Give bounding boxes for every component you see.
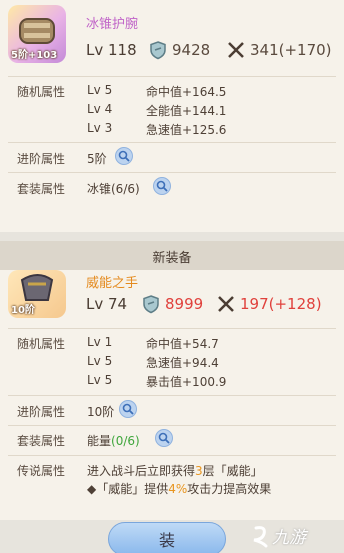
attack-bonus-value: (+128) [268, 295, 322, 313]
tier-badge: 10阶 [11, 305, 35, 316]
legend-text: ◆「威能」提供 [87, 482, 169, 496]
separator [8, 76, 336, 77]
advance-detail-button[interactable] [115, 147, 133, 165]
crossed-swords-icon [218, 296, 234, 312]
separator [8, 455, 336, 456]
item-icon-ice-bracer[interactable]: 5阶+103 [8, 5, 66, 63]
separator [8, 395, 336, 396]
defense-value: 9428 [172, 41, 211, 59]
set-attr-label: 套装属性 [17, 434, 66, 448]
set-value: 能量(0/6) [87, 432, 140, 449]
legend-number: 3 [195, 464, 203, 478]
random-stat-level: Lv 3 [87, 121, 113, 135]
random-stat-level: Lv 1 [87, 335, 113, 349]
legend-text: 进入战斗后立即获得 [87, 464, 196, 478]
equip-button[interactable]: 装 [108, 522, 226, 553]
random-stat-value: 急速值+125.6 [146, 123, 227, 137]
new-equipment-title: 新装备 [152, 250, 192, 266]
set-detail-button[interactable] [153, 177, 171, 195]
set-count: (0/6) [111, 434, 140, 448]
current-item-panel: 5阶+103 冰锥护腕 Lv 118 9428 341(+170) 随机属性 L… [0, 0, 344, 232]
tier-badge: 5阶+103 [11, 50, 58, 61]
separator [8, 142, 336, 143]
magnifier-icon [118, 150, 130, 162]
advance-value: 10阶 [87, 405, 115, 419]
random-stat-level: Lv 5 [87, 373, 113, 387]
set-name: 能量 [87, 434, 112, 448]
shield-icon [150, 41, 166, 60]
defense-stat: 9428 [148, 40, 210, 60]
attack-value: 341(+170) [250, 41, 332, 59]
attack-base-value: 197 [240, 295, 269, 313]
legend-text: 层「威能」 [202, 464, 263, 478]
random-stat-value: 命中值+54.7 [146, 337, 219, 351]
watermark-text: 九游 [272, 528, 306, 548]
random-stat-level: Lv 4 [87, 102, 113, 116]
separator [8, 172, 336, 173]
attack-stat: 341(+170) [226, 40, 332, 60]
magnifier-icon [156, 180, 168, 192]
set-attr-label: 套装属性 [17, 182, 66, 196]
advance-attr-label: 进阶属性 [17, 405, 66, 419]
random-attr-label: 随机属性 [17, 85, 66, 99]
advance-attr-label: 进阶属性 [17, 152, 66, 166]
random-stat-value: 暴击值+100.9 [146, 375, 227, 389]
magnifier-icon [122, 403, 134, 415]
item-level: Lv 74 [86, 295, 128, 313]
advance-detail-button[interactable] [119, 400, 137, 418]
legend-text: 攻击力提高效果 [187, 482, 272, 496]
attack-stat: 197 (+128) [216, 294, 322, 314]
item-level: Lv 118 [86, 41, 137, 59]
set-value: 冰锥(6/6) [87, 182, 140, 196]
crossed-swords-icon [228, 42, 244, 58]
random-stat-level: Lv 5 [87, 83, 113, 97]
watermark: 九游 [250, 523, 306, 548]
shield-icon [143, 295, 159, 314]
random-stat-value: 全能值+144.1 [146, 104, 227, 118]
set-detail-button[interactable] [155, 429, 173, 447]
equip-button-label: 装 [158, 531, 175, 550]
new-equipment-header: 新装备 [0, 241, 344, 271]
item-name: 冰锥护腕 [86, 17, 139, 32]
item-icon-power-hand[interactable]: 10阶 [8, 270, 66, 318]
magnifier-icon [158, 432, 170, 444]
separator [8, 328, 336, 329]
legend-desc-line1: 进入战斗后立即获得3层「威能」 [87, 462, 263, 479]
defense-stat: 8999 [141, 294, 203, 314]
random-stat-value: 急速值+94.4 [146, 356, 219, 370]
watermark-logo-icon [253, 525, 268, 547]
random-stat-level: Lv 5 [87, 354, 113, 368]
new-item-panel: 10阶 威能之手 Lv 74 8999 197 (+128) 随机属性 Lv 1… [0, 270, 344, 520]
legend-attr-label: 传说属性 [17, 464, 66, 478]
separator [8, 425, 336, 426]
item-name: 威能之手 [86, 276, 139, 291]
advance-value: 5阶 [87, 152, 107, 166]
random-stat-value: 命中值+164.5 [146, 85, 227, 99]
legend-desc-line2: ◆「威能」提供4%攻击力提高效果 [87, 480, 271, 497]
defense-value: 8999 [165, 295, 204, 313]
legend-number: 4% [168, 482, 188, 496]
random-attr-label: 随机属性 [17, 337, 66, 351]
